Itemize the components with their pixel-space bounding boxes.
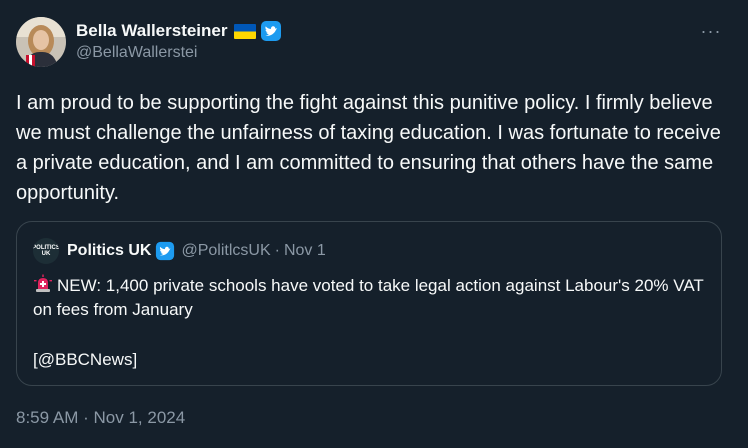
author-name-row: Bella Wallersteiner xyxy=(76,20,282,42)
quoted-date[interactable]: Nov 1 xyxy=(284,242,326,260)
author-avatar[interactable] xyxy=(16,17,66,67)
tweet-text: I am proud to be supporting the fight ag… xyxy=(16,92,721,204)
tweet-time[interactable]: 8:59 AM xyxy=(16,408,78,427)
quoted-tweet[interactable]: POLITICS UK Politics UK @PolitlcsUK · No… xyxy=(16,221,722,386)
quoted-tweet-source: [@BBCNews] xyxy=(33,350,138,369)
avatar-photo xyxy=(16,17,66,67)
tweet-date[interactable]: Nov 1, 2024 xyxy=(94,408,186,427)
author-handle[interactable]: @BellaWallerstei xyxy=(76,44,197,62)
quoted-author-name[interactable]: Politics UK xyxy=(67,242,151,260)
verified-badge-icon xyxy=(260,20,282,42)
quoted-tweet-text: NEW: 1,400 private schools have voted to… xyxy=(33,276,704,319)
author-display-name[interactable]: Bella Wallersteiner xyxy=(76,21,228,41)
tweet-timestamp: 8:59 AM · Nov 1, 2024 xyxy=(16,408,185,428)
quoted-tweet-header: Politics UK @PolitlcsUK · Nov 1 xyxy=(67,240,326,262)
tweet-card: Bella Wallersteiner @BellaWallerstei ···… xyxy=(0,0,748,448)
timestamp-separator: · xyxy=(83,408,89,427)
quoted-tweet-text-block: NEW: 1,400 private schools have voted to… xyxy=(33,274,713,322)
quoted-author-handle[interactable]: @PolitlcsUK xyxy=(181,242,270,260)
more-options-icon[interactable]: ··· xyxy=(698,20,724,42)
quoted-avatar-logo-text: POLITICS UK xyxy=(33,245,59,257)
quoted-separator: · xyxy=(274,242,280,259)
siren-icon xyxy=(33,274,53,294)
verified-badge-icon xyxy=(155,241,175,261)
ukraine-flag-icon xyxy=(233,23,256,39)
quoted-author-avatar[interactable]: POLITICS UK xyxy=(33,238,59,264)
